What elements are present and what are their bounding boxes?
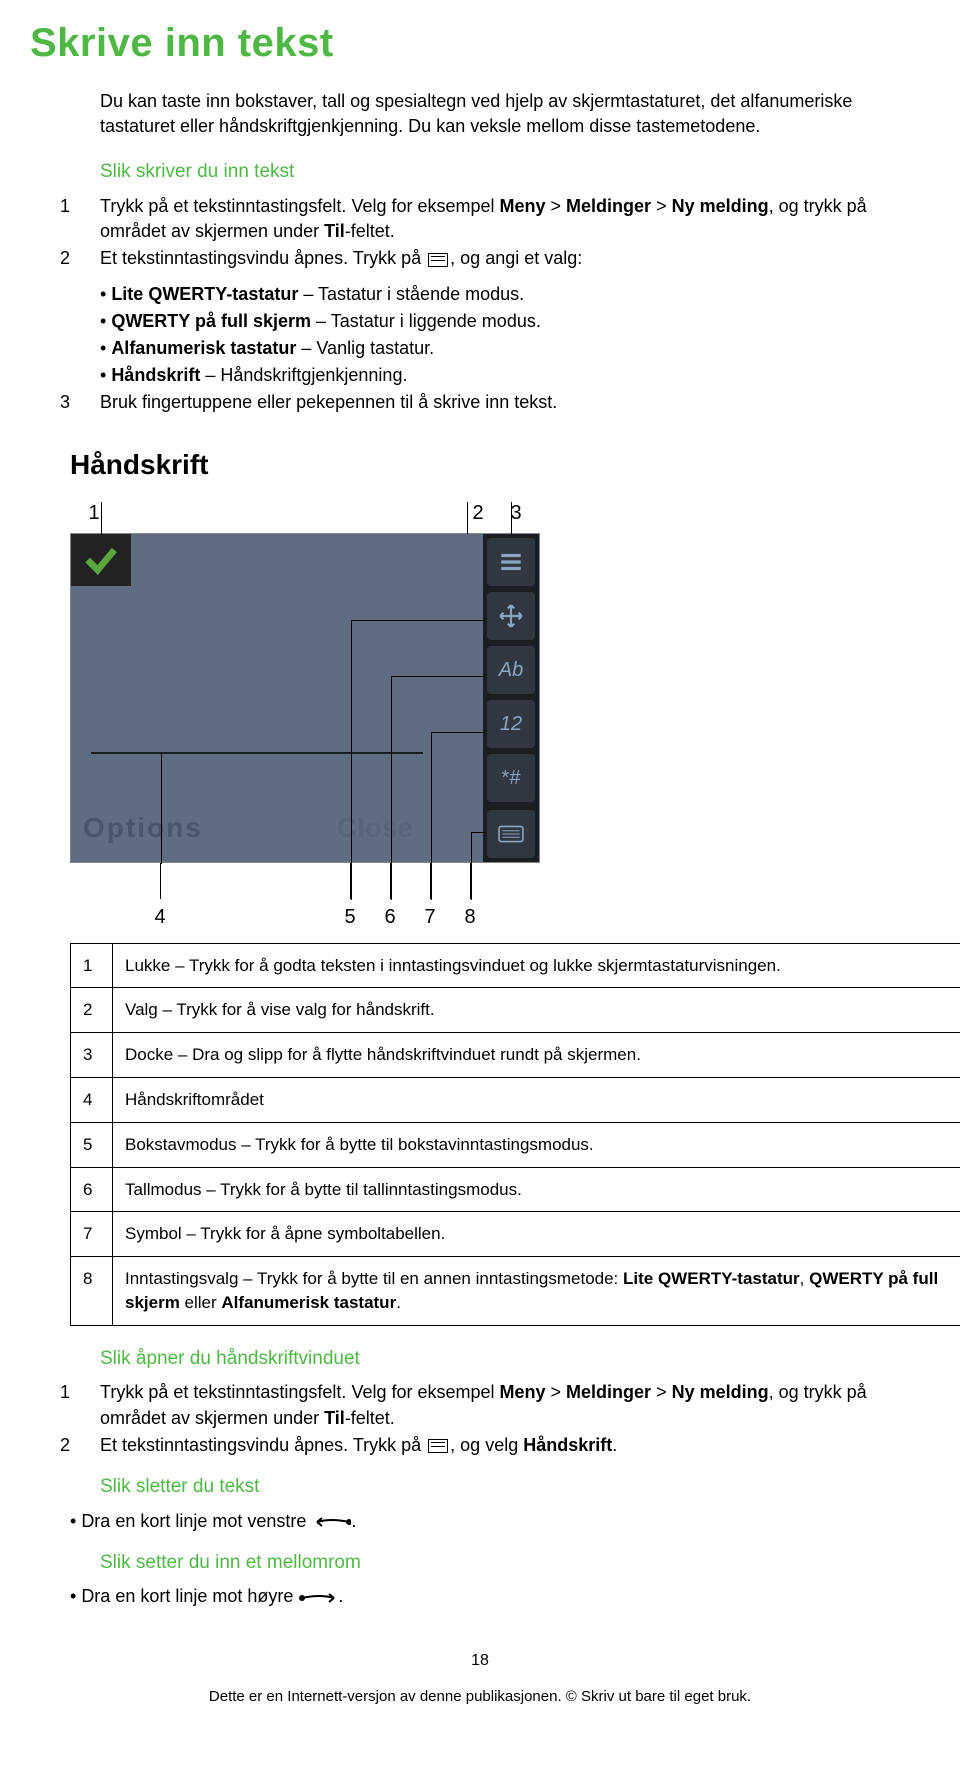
swipe-right-icon bbox=[298, 1592, 338, 1604]
keyboard-icon bbox=[428, 1439, 448, 1453]
subheading-delete: Slik sletter du tekst bbox=[100, 1474, 930, 1501]
intro-paragraph: Du kan taste inn bokstaver, tall og spes… bbox=[30, 89, 930, 139]
page-title: Skrive inn tekst bbox=[30, 15, 930, 71]
number-mode-button[interactable]: 12 bbox=[487, 700, 535, 748]
step-number: 3 bbox=[60, 390, 100, 415]
bullet-list: Lite QWERTY-tastatur – Tastatur i ståend… bbox=[30, 282, 930, 389]
symbol-button[interactable]: *# bbox=[487, 754, 535, 802]
callout-label: 7 bbox=[424, 903, 435, 931]
footer-notice: Dette er en Internett-versjon av denne p… bbox=[30, 1686, 930, 1707]
callout-label: 4 bbox=[154, 903, 165, 931]
subheading-open-handwriting: Slik åpner du håndskriftvinduet bbox=[100, 1346, 930, 1373]
step-text: Et tekstinntastingsvindu åpnes. Trykk på… bbox=[100, 1433, 930, 1458]
step-number: 1 bbox=[60, 1380, 100, 1430]
legend-table: 1Lukke – Trykk for å godta teksten i inn… bbox=[70, 943, 960, 1326]
section-heading: Håndskrift bbox=[70, 445, 930, 484]
keyboard-icon bbox=[428, 253, 448, 267]
step-text: Trykk på et tekstinntastingsfelt. Velg f… bbox=[100, 1380, 930, 1430]
close-label: Close bbox=[337, 808, 413, 847]
callout-label: 3 bbox=[502, 499, 530, 527]
move-icon[interactable] bbox=[487, 592, 535, 640]
delete-instruction: Dra en kort linje mot venstre . bbox=[70, 1509, 930, 1534]
swipe-left-icon bbox=[311, 1516, 351, 1528]
callout-label: 6 bbox=[384, 903, 395, 931]
keyboard-icon[interactable] bbox=[487, 810, 535, 858]
step-text: Bruk fingertuppene eller pekepennen til … bbox=[100, 390, 930, 415]
step-number: 1 bbox=[60, 194, 100, 244]
step-number: 2 bbox=[60, 1433, 100, 1458]
handwriting-area[interactable] bbox=[91, 752, 423, 754]
callout-label: 1 bbox=[80, 499, 108, 527]
menu-icon[interactable] bbox=[487, 538, 535, 586]
options-label: Options bbox=[83, 808, 203, 847]
letter-mode-button[interactable]: Ab bbox=[487, 646, 535, 694]
step-text: Et tekstinntastingsvindu åpnes. Trykk på… bbox=[100, 246, 930, 271]
accept-button[interactable] bbox=[71, 534, 131, 586]
space-instruction: Dra en kort linje mot høyre . bbox=[70, 1584, 930, 1609]
handwriting-figure: 1 2 3 Options Close bbox=[70, 499, 540, 923]
callout-label: 5 bbox=[344, 903, 355, 931]
subheading-instructions: Slik skriver du inn tekst bbox=[100, 159, 930, 186]
callout-label: 2 bbox=[464, 499, 492, 527]
subheading-space: Slik setter du inn et mellomrom bbox=[100, 1550, 930, 1577]
step-number: 2 bbox=[60, 246, 100, 271]
callout-label: 8 bbox=[464, 903, 475, 931]
page-number: 18 bbox=[30, 1650, 930, 1672]
step-text: Trykk på et tekstinntastingsfelt. Velg f… bbox=[100, 194, 930, 244]
